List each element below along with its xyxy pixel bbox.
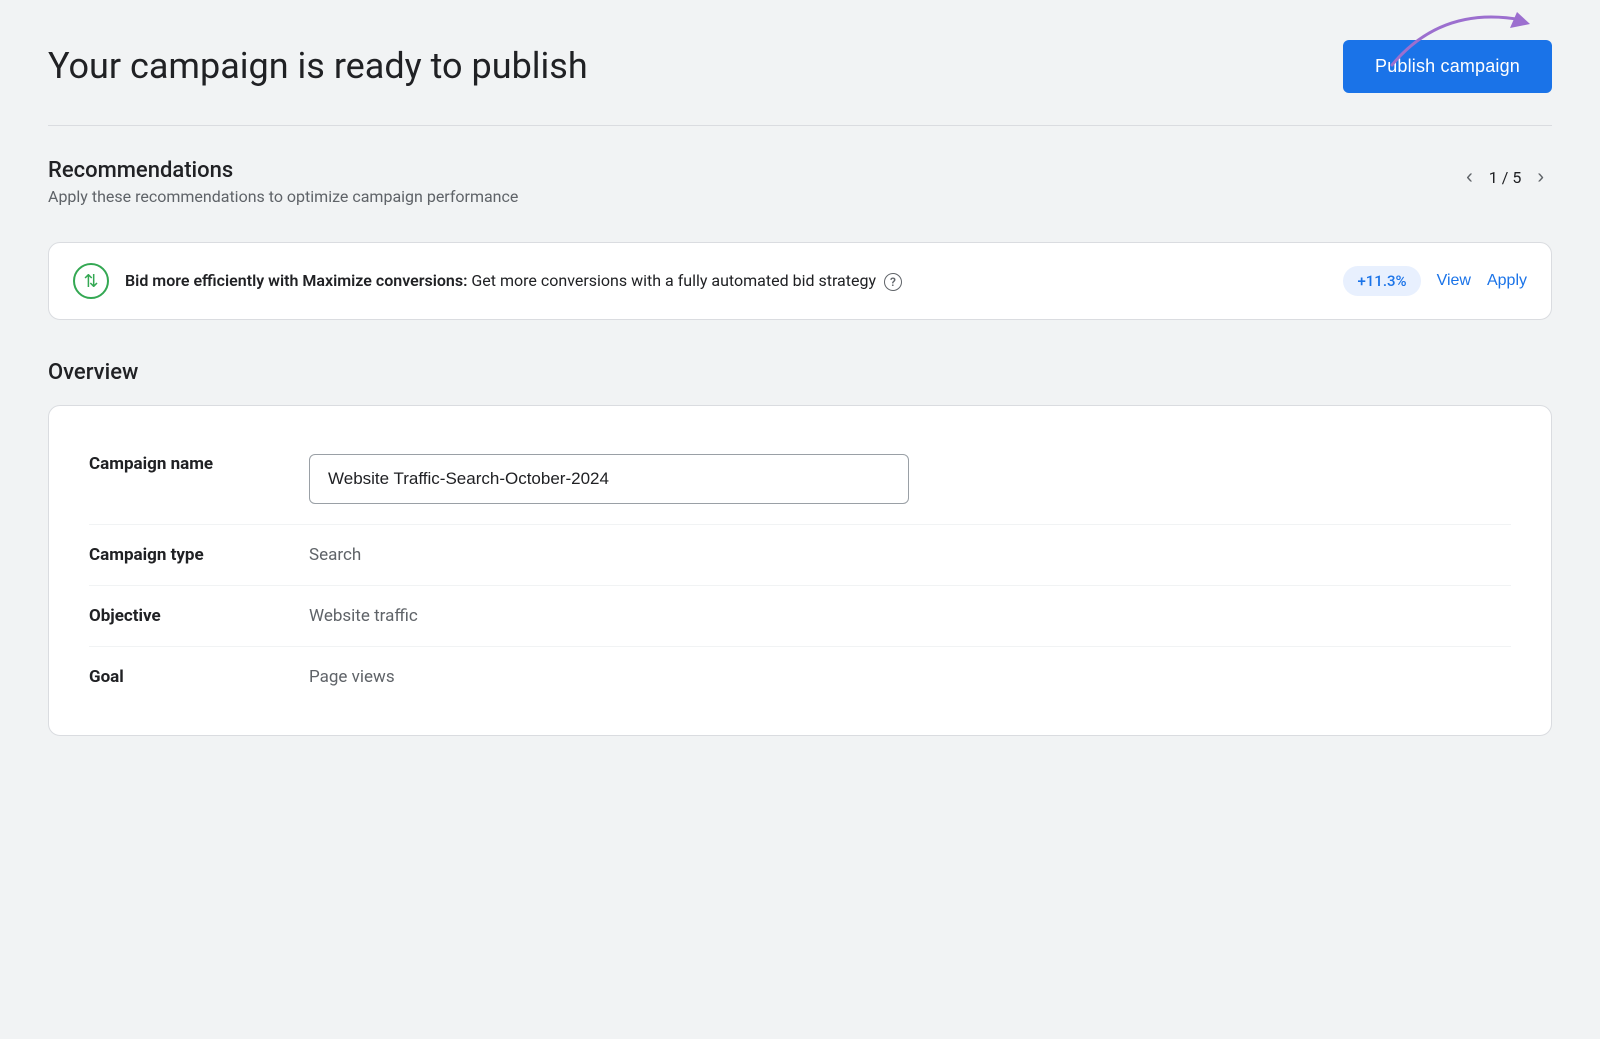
chevron-right-icon: ›	[1537, 166, 1544, 189]
recommendation-text: Bid more efficiently with Maximize conve…	[125, 269, 1327, 293]
recommendations-title-block: Recommendations Apply these recommendati…	[48, 158, 1458, 226]
publish-area: Publish campaign	[1343, 40, 1552, 93]
pagination-text: 1 / 5	[1489, 168, 1522, 187]
campaign-name-row: Campaign name	[89, 434, 1511, 525]
apply-button[interactable]: Apply	[1487, 272, 1527, 290]
arrow-decoration	[1382, 0, 1542, 80]
pagination-next-button[interactable]: ›	[1529, 162, 1552, 193]
goal-label: Goal	[89, 667, 309, 687]
pagination: ‹ 1 / 5 ›	[1458, 158, 1552, 193]
page-title: Your campaign is ready to publish	[48, 45, 588, 88]
campaign-type-row: Campaign type Search	[89, 525, 1511, 586]
recommendation-card: ⇅ Bid more efficiently with Maximize con…	[48, 242, 1552, 320]
bid-arrows-icon: ⇅	[83, 271, 98, 292]
overview-section: Overview Campaign name Campaign type Sea…	[48, 360, 1552, 736]
goal-value: Page views	[309, 667, 1511, 687]
campaign-name-label: Campaign name	[89, 454, 309, 474]
recommendations-header: Recommendations Apply these recommendati…	[48, 158, 1552, 226]
recommendations-subtitle: Apply these recommendations to optimize …	[48, 187, 1458, 206]
goal-row: Goal Page views	[89, 647, 1511, 707]
overview-title: Overview	[48, 360, 1552, 385]
campaign-name-input[interactable]	[309, 454, 909, 504]
objective-label: Objective	[89, 606, 309, 626]
recommendation-text-bold: Bid more efficiently with Maximize conve…	[125, 271, 467, 290]
header-divider	[48, 125, 1552, 126]
bid-icon: ⇅	[73, 263, 109, 299]
pagination-prev-button[interactable]: ‹	[1458, 162, 1481, 193]
recommendation-text-rest: Get more conversions with a fully automa…	[467, 271, 876, 290]
objective-value: Website traffic	[309, 606, 1511, 626]
recommendations-title: Recommendations	[48, 158, 1458, 183]
help-icon[interactable]: ?	[884, 273, 902, 291]
page-header: Your campaign is ready to publish Publis…	[48, 40, 1552, 93]
objective-row: Objective Website traffic	[89, 586, 1511, 647]
view-button[interactable]: View	[1437, 272, 1471, 290]
campaign-type-value: Search	[309, 545, 1511, 565]
percentage-badge: +11.3%	[1343, 266, 1420, 296]
overview-card: Campaign name Campaign type Search Objec…	[48, 405, 1552, 736]
recommendation-actions: +11.3% View Apply	[1343, 266, 1527, 296]
chevron-left-icon: ‹	[1466, 166, 1473, 189]
campaign-type-label: Campaign type	[89, 545, 309, 565]
